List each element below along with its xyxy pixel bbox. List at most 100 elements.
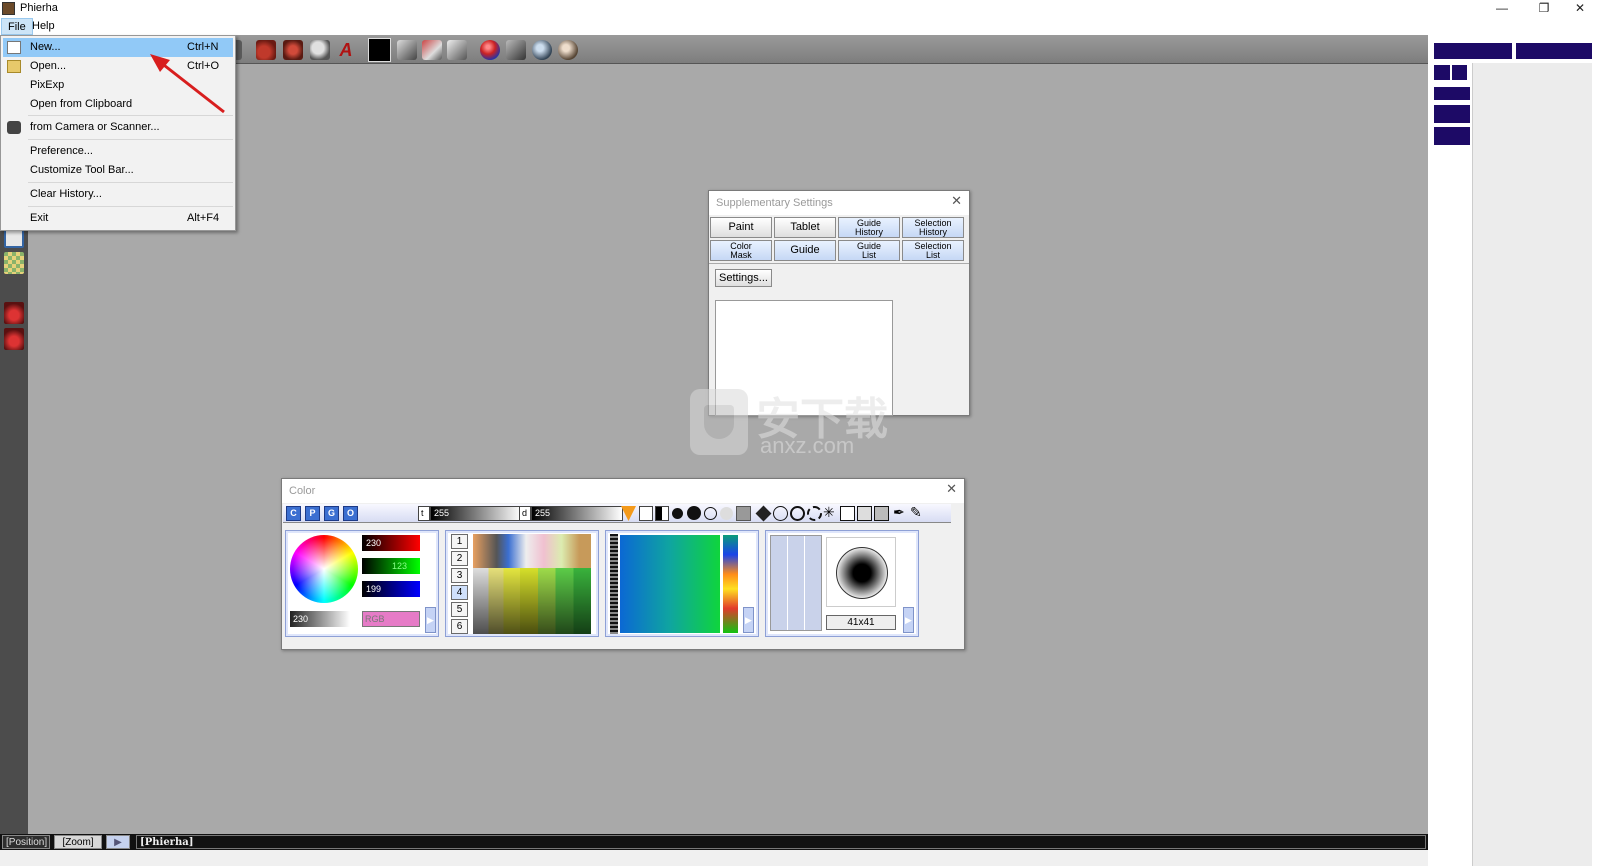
color-mask-button[interactable]: Color Mask [710, 240, 772, 261]
color-swatch-icon[interactable] [368, 38, 391, 62]
magnifier-icon[interactable] [310, 40, 330, 60]
supplementary-close-icon[interactable]: ✕ [951, 193, 962, 209]
pattern-tool-icon[interactable] [4, 252, 24, 274]
ring-icon[interactable] [704, 507, 717, 520]
tablet-button[interactable]: Tablet [774, 217, 836, 238]
palette-tab-3[interactable]: 3 [451, 568, 468, 583]
restore-button[interactable]: ❐ [1526, 0, 1562, 18]
text-tool-icon[interactable]: A [336, 40, 356, 60]
star-icon[interactable]: ✳ [823, 504, 835, 521]
curve-tool-icon[interactable] [4, 328, 24, 350]
settings-button[interactable]: Settings... [715, 269, 772, 287]
menu-item-clear-history[interactable]: Clear History... [3, 185, 233, 204]
guide-list-button[interactable]: Guide List [838, 240, 900, 261]
palette-tab-4[interactable]: 4 [451, 585, 468, 600]
selection-list-button[interactable]: Selection List [902, 240, 964, 261]
slider-t[interactable]: 255 [430, 506, 522, 521]
diamond-icon[interactable] [755, 505, 772, 522]
red-slider[interactable]: 230 [362, 535, 420, 551]
menu-separator [28, 139, 233, 140]
green-slider[interactable]: 123 [362, 558, 420, 574]
guide-history-button[interactable]: Guide History [838, 217, 900, 238]
mode-c-button[interactable]: C [286, 506, 301, 521]
rgb-panel-next-icon[interactable]: ▶ [425, 607, 436, 633]
color-close-icon[interactable]: ✕ [946, 481, 957, 497]
right-panel-block[interactable] [1434, 127, 1470, 145]
menu-separator [28, 182, 233, 183]
palette-tab-1[interactable]: 1 [451, 534, 468, 549]
ruler-tool-icon[interactable] [447, 40, 467, 60]
pencil-icon[interactable] [639, 506, 653, 521]
brush-pen-icon[interactable] [256, 40, 276, 60]
color-wheel[interactable] [290, 535, 358, 603]
gradient-panel-next-icon[interactable]: ▶ [743, 607, 754, 633]
clipboard-icon[interactable] [874, 506, 889, 521]
image-tool-icon[interactable] [397, 40, 417, 60]
selection-history-button[interactable]: Selection History [902, 217, 964, 238]
color-dialog: Color ✕ C P G O t 255 d 255 ✳ ✒ ✎ 230 12… [281, 478, 965, 650]
rgb-preview[interactable]: RGB [362, 611, 420, 627]
zoom-in-icon[interactable] [532, 40, 552, 60]
menu-item-preference[interactable]: Preference... [3, 142, 233, 161]
brush-icon[interactable]: ✒ [893, 504, 905, 521]
gradient-square[interactable] [620, 535, 720, 633]
supplementary-settings-title: Supplementary Settings [709, 191, 969, 215]
watermark-sub: anxz.com [760, 433, 855, 458]
status-play-icon[interactable]: ▶ [106, 835, 130, 849]
blue-slider[interactable]: 199 [362, 581, 420, 597]
refresh-icon[interactable] [807, 506, 822, 521]
blob-icon[interactable] [687, 506, 701, 520]
paint-button[interactable]: Paint [710, 217, 772, 238]
right-panel-block[interactable] [1434, 43, 1512, 59]
zoom-out-icon[interactable] [558, 40, 578, 60]
brush-panel-next-icon[interactable]: ▶ [903, 607, 914, 633]
sphere-icon[interactable] [480, 40, 500, 60]
menu-item-camera-scanner[interactable]: from Camera or Scanner... [3, 118, 233, 137]
gradient-panel: ▶ [605, 530, 759, 637]
edit-tool-icon[interactable] [506, 40, 526, 60]
mode-g-button[interactable]: G [324, 506, 339, 521]
palette-tab-2[interactable]: 2 [451, 551, 468, 566]
guide-button[interactable]: Guide [774, 240, 836, 261]
color-swatch-grid[interactable] [473, 568, 591, 634]
gradient-scrollbar[interactable] [610, 534, 618, 634]
palette-tab-5[interactable]: 5 [451, 602, 468, 617]
mode-o-button[interactable]: O [343, 506, 358, 521]
right-panel-block[interactable] [1434, 87, 1470, 100]
brush-dot-icon [836, 547, 888, 599]
pen-tool-icon[interactable] [4, 302, 24, 324]
image-swatches[interactable] [473, 534, 591, 568]
pen-icon[interactable]: ✎ [910, 504, 922, 521]
mode-p-button[interactable]: P [305, 506, 320, 521]
copy-icon[interactable] [840, 506, 855, 521]
menu-item-customize-toolbar[interactable]: Customize Tool Bar... [3, 161, 233, 180]
right-panel-block[interactable] [1434, 105, 1470, 123]
soft-dot-icon[interactable] [720, 507, 733, 520]
gray-slider[interactable]: 230 [290, 611, 350, 627]
minimize-button[interactable]: — [1484, 0, 1520, 18]
menu-help[interactable]: Help [26, 18, 61, 35]
rotate-icon[interactable] [790, 506, 805, 521]
hue-strip[interactable] [723, 535, 738, 633]
bw-swap-icon[interactable] [655, 506, 669, 521]
dot-icon[interactable] [672, 508, 683, 519]
menu-item-exit[interactable]: Exit Alt+F4 [3, 209, 233, 228]
globe-icon[interactable] [773, 506, 788, 521]
right-panel-block[interactable] [1452, 65, 1467, 80]
brush-size[interactable]: 41x41 [826, 615, 896, 630]
palette-panel: 1 2 3 4 5 6 [445, 530, 599, 637]
status-app: [Phierha] [136, 835, 1426, 849]
brush-shape-grid[interactable] [770, 535, 822, 631]
right-panel-list [1472, 63, 1592, 866]
slider-d[interactable]: 255 [531, 506, 623, 521]
layers-icon[interactable] [736, 506, 751, 521]
close-button[interactable]: ✕ [1562, 0, 1598, 18]
brush-curve-icon[interactable] [283, 40, 303, 60]
right-panel-block[interactable] [1516, 43, 1592, 59]
paste-icon[interactable] [857, 506, 872, 521]
dropper-icon[interactable] [621, 506, 636, 521]
new-document-icon [7, 41, 21, 54]
right-panel-block[interactable] [1434, 65, 1450, 80]
palette-tab-6[interactable]: 6 [451, 619, 468, 634]
layer-tool-icon[interactable] [422, 40, 442, 60]
